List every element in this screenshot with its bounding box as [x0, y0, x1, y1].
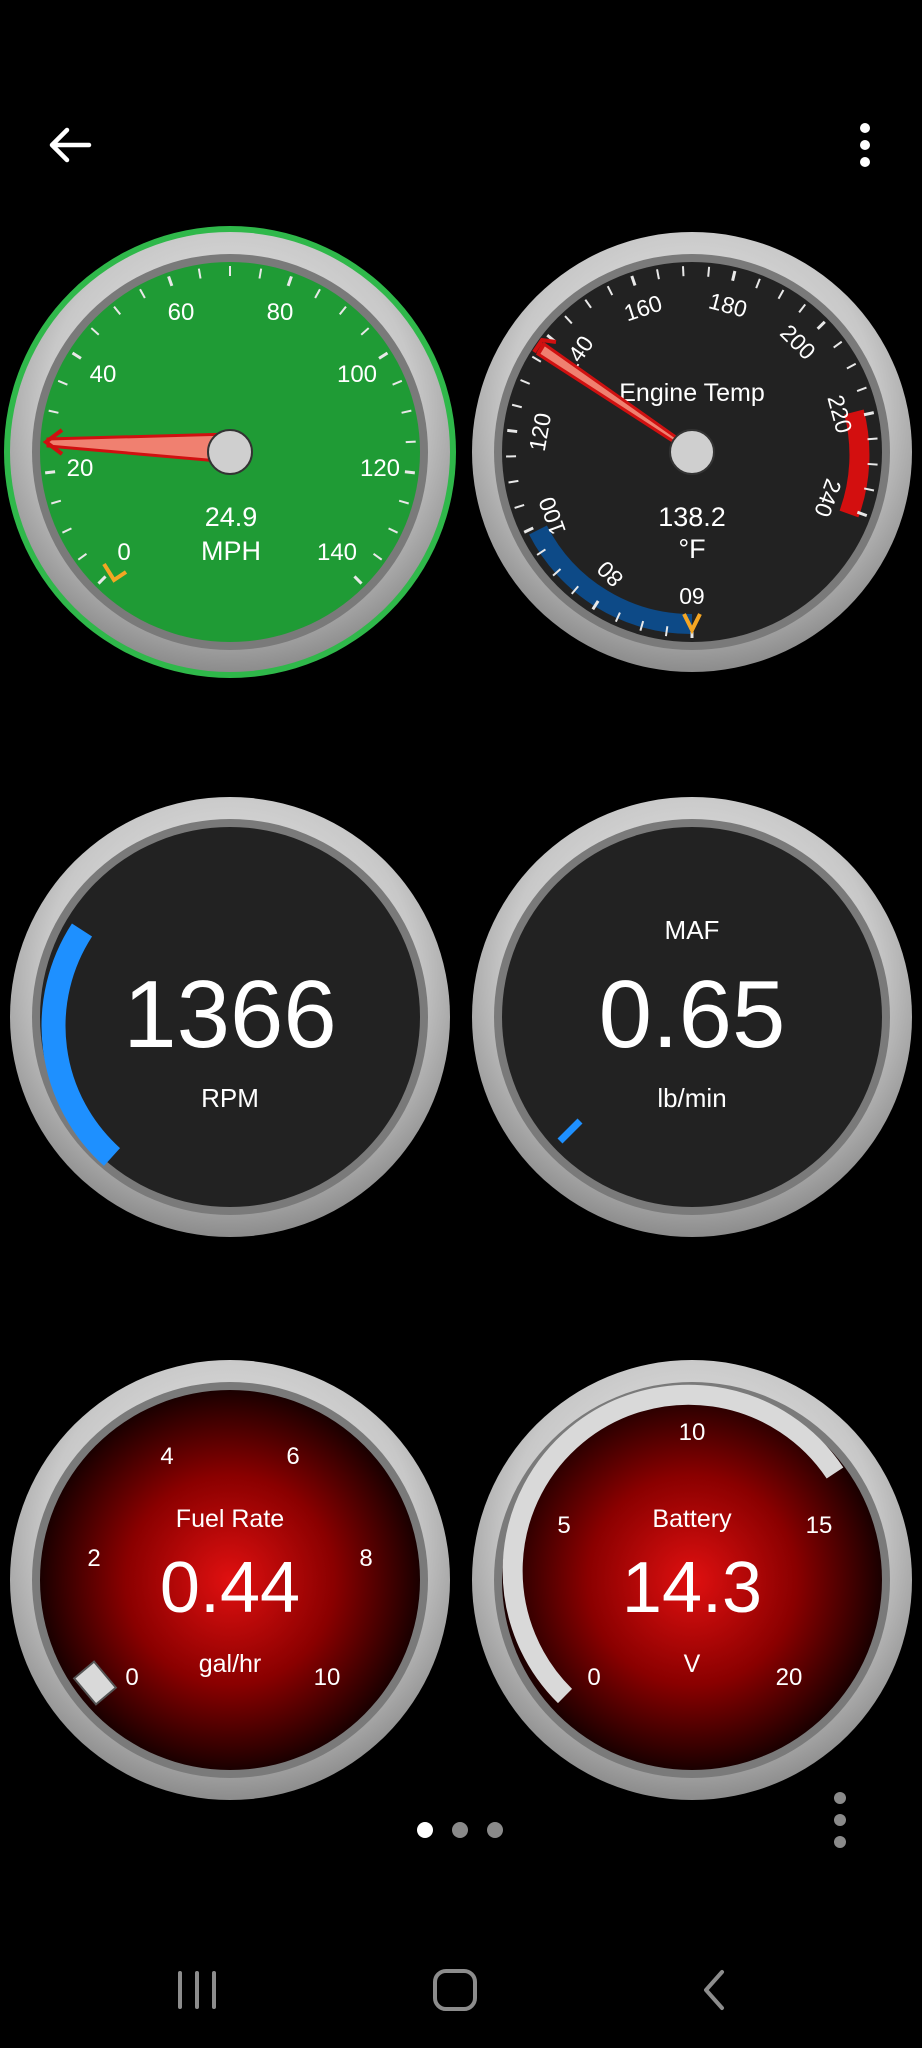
- fuel-tick-2: 2: [87, 1545, 100, 1572]
- dial-tick: [405, 440, 416, 444]
- battery-tick-10: 10: [679, 1419, 706, 1446]
- maf-unit: lb/min: [657, 1083, 726, 1113]
- temp-value: 138.2: [658, 502, 726, 532]
- speed-unit: MPH: [201, 536, 261, 566]
- battery-tick-5: 5: [557, 1512, 570, 1539]
- speed-tick-80: 80: [267, 299, 294, 326]
- rpm-unit: RPM: [201, 1083, 259, 1113]
- maf-title: MAF: [665, 915, 720, 945]
- fuel-tick-6: 6: [286, 1443, 299, 1470]
- speed-tick-140: 140: [317, 539, 357, 566]
- page-dot-2[interactable]: [452, 1822, 468, 1838]
- speed-gauge[interactable]: 0 20 40 60 80 100 120 140 24.9 MPH: [0, 222, 460, 682]
- dashboard-more-button[interactable]: [820, 1785, 860, 1855]
- battery-tick-0: 0: [587, 1664, 600, 1691]
- battery-gauge[interactable]: 0 5 10 15 20 Battery 14.3 V: [462, 1350, 922, 1810]
- dial-tick: [404, 470, 415, 475]
- recents-icon: [178, 1971, 216, 2009]
- overflow-menu-button[interactable]: [810, 90, 920, 200]
- battery-value: 14.3: [622, 1548, 762, 1628]
- nav-back-button[interactable]: [655, 1940, 775, 2040]
- nav-recents-button[interactable]: [137, 1940, 257, 2040]
- fuel-unit: gal/hr: [199, 1650, 262, 1678]
- rpm-gauge[interactable]: 1366 RPM: [0, 787, 460, 1247]
- engine-temp-gauge[interactable]: 60 80 100 120 140 160 180 200 220 240 En…: [462, 222, 922, 682]
- dial-tick: [507, 428, 518, 434]
- nav-home-button[interactable]: [395, 1940, 515, 2040]
- fuel-tick-4: 4: [160, 1443, 173, 1470]
- rpm-value: 1366: [123, 961, 337, 1068]
- fuel-title: Fuel Rate: [176, 1505, 284, 1533]
- back-button[interactable]: [15, 90, 125, 200]
- temp-tick-60: 60: [679, 583, 705, 609]
- page-dot-3[interactable]: [487, 1822, 503, 1838]
- fuel-value: 0.44: [160, 1548, 300, 1628]
- fuel-tick-10: 10: [314, 1664, 341, 1691]
- fuel-tick-0: 0: [125, 1664, 138, 1691]
- dial-tick: [45, 470, 56, 475]
- speed-tick-100: 100: [337, 361, 377, 388]
- maf-gauge[interactable]: MAF 0.65 lb/min: [462, 787, 922, 1247]
- dial-tick: [867, 437, 878, 441]
- fuel-rate-gauge[interactable]: 0 2 4 6 8 10 Fuel Rate 0.44 gal/hr: [0, 1350, 460, 1810]
- home-icon: [433, 1969, 477, 2011]
- speed-tick-40: 40: [90, 361, 117, 388]
- dial-tick: [863, 411, 875, 417]
- battery-title: Battery: [652, 1505, 732, 1533]
- speed-tick-120: 120: [360, 455, 400, 482]
- more-vertical-icon: [834, 1792, 846, 1848]
- dial-tick: [867, 462, 878, 466]
- battery-tick-15: 15: [806, 1512, 833, 1539]
- nav-back-icon: [704, 1970, 724, 2010]
- dial-tick: [664, 626, 669, 637]
- temp-unit: °F: [678, 534, 705, 564]
- more-vertical-icon: [860, 123, 870, 167]
- speed-tick-60: 60: [168, 299, 195, 326]
- speed-tick-0: 0: [117, 539, 130, 566]
- back-arrow-icon: [49, 127, 92, 163]
- speed-value: 24.9: [205, 502, 258, 532]
- page-dot-1[interactable]: [417, 1822, 433, 1838]
- temp-title: Engine Temp: [619, 379, 764, 407]
- fuel-tick-8: 8: [359, 1545, 372, 1572]
- dial-tick: [707, 266, 711, 277]
- battery-tick-20: 20: [776, 1664, 803, 1691]
- speed-tick-20: 20: [67, 455, 94, 482]
- page-indicator: [405, 1815, 525, 1845]
- maf-value: 0.65: [599, 961, 786, 1068]
- battery-unit: V: [684, 1650, 701, 1678]
